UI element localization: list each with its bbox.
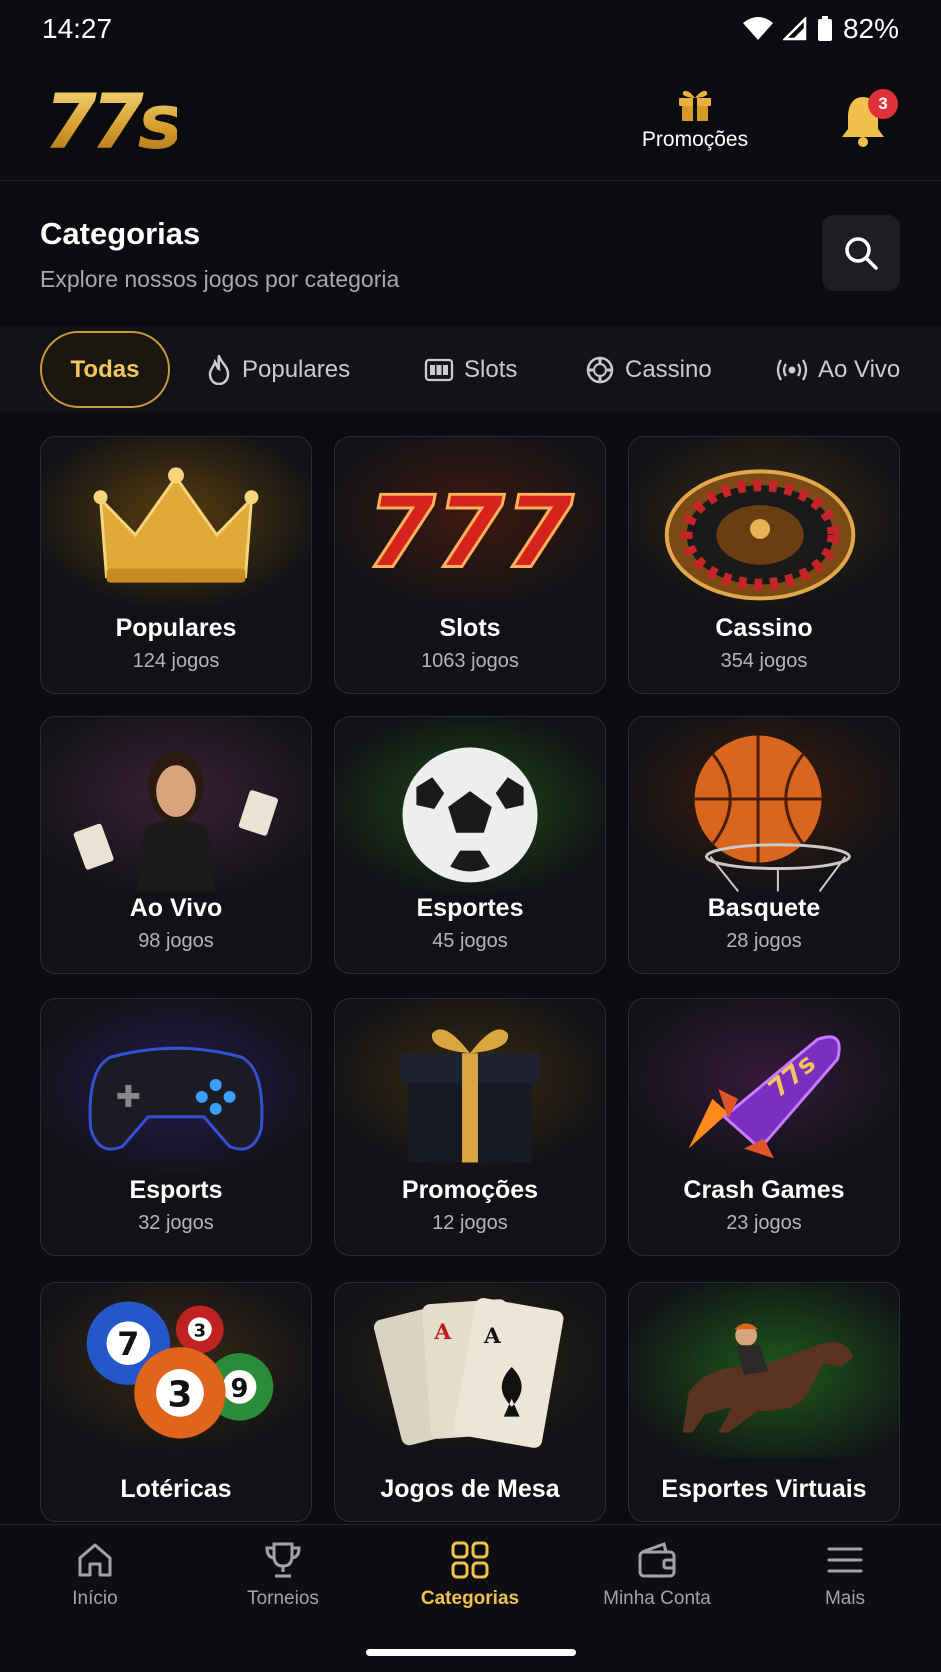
category-count: 124 jogos bbox=[132, 650, 220, 672]
category-card-basquete[interactable]: Basquete 28 jogos bbox=[628, 716, 900, 974]
promotions-button[interactable]: Promoções bbox=[620, 80, 770, 160]
category-title: Esportes bbox=[416, 894, 524, 922]
category-title: Basquete bbox=[707, 894, 821, 922]
category-title: Slots bbox=[439, 614, 501, 642]
nav-mais[interactable]: Mais bbox=[765, 1540, 925, 1620]
search-icon bbox=[845, 237, 878, 270]
tab-slots[interactable]: Slots bbox=[424, 331, 517, 408]
category-card-jogos-de-mesa[interactable]: A A Jogos de Mesa bbox=[334, 1282, 606, 1522]
category-count: 1063 jogos bbox=[421, 650, 519, 672]
category-card-promocoes[interactable]: Promoções 12 jogos bbox=[334, 998, 606, 1256]
tab-label: Slots bbox=[464, 355, 518, 383]
category-title: Jogos de Mesa bbox=[380, 1475, 560, 1503]
category-title: Populares bbox=[115, 614, 237, 642]
777-icon: 777 bbox=[335, 437, 605, 612]
app-header: 77s Promoções bbox=[0, 58, 941, 181]
category-title: Cassino bbox=[715, 614, 813, 642]
svg-text:3: 3 bbox=[194, 1320, 206, 1341]
category-count: 32 jogos bbox=[138, 1212, 214, 1234]
promotions-label: Promoções bbox=[641, 128, 749, 151]
tab-cassino[interactable]: Cassino bbox=[585, 331, 712, 408]
category-title: Lotéricas bbox=[120, 1475, 232, 1503]
category-count: 45 jogos bbox=[432, 930, 508, 952]
home-icon bbox=[78, 1543, 112, 1577]
search-button[interactable] bbox=[822, 215, 900, 291]
battery-icon bbox=[817, 16, 832, 41]
home-indicator[interactable] bbox=[366, 1649, 576, 1656]
category-title: Esportes Virtuais bbox=[661, 1475, 867, 1503]
nav-label: Mais bbox=[824, 1588, 866, 1609]
tab-populares[interactable]: Populares bbox=[206, 331, 350, 408]
tab-label: Ao Vivo bbox=[818, 355, 901, 383]
nav-categorias[interactable]: Categorias bbox=[390, 1540, 550, 1620]
live-broadcast-icon bbox=[776, 358, 808, 381]
svg-text:3: 3 bbox=[168, 1375, 193, 1416]
tab-label: Cassino bbox=[625, 355, 712, 383]
category-title: Ao Vivo bbox=[129, 894, 223, 922]
category-card-cassino[interactable]: Cassino 354 jogos bbox=[628, 436, 900, 694]
svg-text:A: A bbox=[433, 1320, 452, 1345]
svg-text:7: 7 bbox=[117, 1327, 139, 1363]
category-card-crash-games[interactable]: 77s Crash Games 23 jogos bbox=[628, 998, 900, 1256]
brand-logo[interactable]: 77s bbox=[44, 84, 183, 160]
nav-torneios[interactable]: Torneios bbox=[203, 1540, 363, 1620]
category-count: 98 jogos bbox=[138, 930, 214, 952]
svg-text:A: A bbox=[483, 1324, 502, 1349]
roulette-icon bbox=[629, 437, 899, 612]
crown-icon bbox=[41, 437, 311, 612]
nav-label: Minha Conta bbox=[603, 1588, 711, 1609]
playing-cards-icon: A A bbox=[335, 1283, 605, 1458]
gamepad-icon bbox=[41, 999, 311, 1174]
casino-chip-icon bbox=[586, 356, 614, 383]
category-card-esportes[interactable]: Esportes 45 jogos bbox=[334, 716, 606, 974]
tab-label: Todas bbox=[70, 355, 140, 383]
battery-percentage: 82% bbox=[842, 13, 899, 44]
category-count: 28 jogos bbox=[726, 930, 802, 952]
slot-machine-icon bbox=[424, 358, 454, 381]
nav-label: Torneios bbox=[247, 1588, 319, 1609]
category-card-esports[interactable]: Esports 32 jogos bbox=[40, 998, 312, 1256]
category-count: 23 jogos bbox=[726, 1212, 802, 1234]
gift-icon bbox=[679, 90, 711, 121]
gift-box-icon bbox=[335, 999, 605, 1174]
fire-icon bbox=[208, 354, 230, 385]
wifi-icon bbox=[742, 17, 773, 40]
grid-icon bbox=[451, 1541, 489, 1579]
svg-text:9: 9 bbox=[231, 1374, 249, 1404]
category-card-slots[interactable]: 777 Slots 1063 jogos bbox=[334, 436, 606, 694]
soccer-ball-icon bbox=[335, 717, 605, 892]
category-card-lotericas[interactable]: 7 3 9 3 Lotéricas bbox=[40, 1282, 312, 1522]
tab-ao-vivo[interactable]: Ao Vivo bbox=[776, 331, 900, 408]
category-card-esportes-virtuais[interactable]: Esportes Virtuais bbox=[628, 1282, 900, 1522]
nav-inicio[interactable]: Início bbox=[15, 1540, 175, 1620]
status-bar: 14:27 82% bbox=[0, 0, 941, 58]
live-dealer-icon bbox=[41, 717, 311, 892]
category-count: 12 jogos bbox=[432, 1212, 508, 1234]
tab-todas[interactable]: Todas bbox=[40, 331, 170, 408]
nav-label: Início bbox=[72, 1588, 118, 1609]
lottery-balls-icon: 7 3 9 3 bbox=[41, 1283, 311, 1458]
category-card-populares[interactable]: Populares 124 jogos bbox=[40, 436, 312, 694]
category-title: Promoções bbox=[401, 1176, 539, 1204]
category-title: Esports bbox=[129, 1176, 223, 1204]
category-count: 354 jogos bbox=[720, 650, 808, 672]
rocket-icon: 77s bbox=[629, 999, 899, 1174]
horse-racing-icon bbox=[629, 1283, 899, 1458]
svg-text:777: 777 bbox=[366, 476, 573, 591]
nav-label: Categorias bbox=[420, 1588, 520, 1609]
trophy-icon bbox=[265, 1542, 301, 1578]
page-title: Categorias bbox=[40, 216, 201, 251]
menu-icon bbox=[827, 1547, 863, 1573]
tab-label: Populares bbox=[242, 355, 351, 383]
notification-badge: 3 bbox=[868, 89, 898, 119]
status-time: 14:27 bbox=[42, 13, 113, 44]
nav-minha-conta[interactable]: Minha Conta bbox=[577, 1540, 737, 1620]
category-title: Crash Games bbox=[683, 1176, 845, 1204]
category-card-ao-vivo[interactable]: Ao Vivo 98 jogos bbox=[40, 716, 312, 974]
status-icons: 82% bbox=[742, 13, 899, 45]
basketball-icon bbox=[629, 717, 899, 892]
page-subtitle: Explore nossos jogos por categoria bbox=[40, 266, 400, 292]
wallet-icon bbox=[638, 1542, 676, 1578]
signal-icon bbox=[782, 17, 807, 41]
